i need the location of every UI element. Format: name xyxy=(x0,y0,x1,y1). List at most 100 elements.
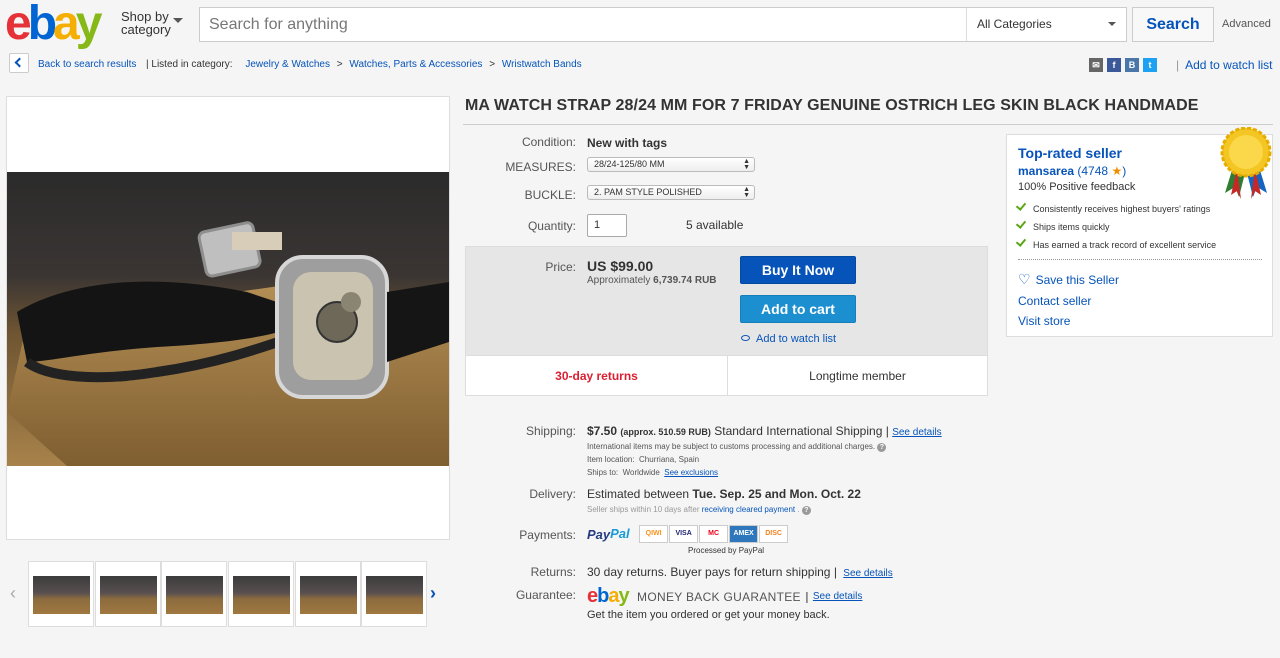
guarantee-label: Guarantee: xyxy=(515,588,576,602)
shipping-label: Shipping: xyxy=(525,424,576,438)
save-seller-link[interactable]: ♡ Save this Seller xyxy=(1018,271,1119,288)
thumbnail[interactable] xyxy=(161,561,227,627)
breadcrumb-watches-parts[interactable]: Watches, Parts & Accessories xyxy=(349,59,482,70)
visa-icon: VISA xyxy=(669,525,699,543)
chevron-right-icon[interactable]: › xyxy=(430,583,436,604)
thumbnail[interactable] xyxy=(228,561,294,627)
customs-text: International items may be subject to cu… xyxy=(587,442,876,451)
shipping-cost: $7.50 xyxy=(587,424,618,438)
breadcrumb-separator: > xyxy=(336,59,343,70)
seller-username[interactable]: mansarea xyxy=(1018,164,1074,178)
thumbnail-strip: ‹ › xyxy=(10,561,436,627)
paypal-logo: PayPal xyxy=(587,526,630,542)
location-value: Churriana, Spain xyxy=(639,455,700,464)
cleared-payment-link[interactable]: receiving cleared payment xyxy=(702,505,795,514)
ebay-logo[interactable]: ebay xyxy=(5,0,102,48)
search-button[interactable]: Search xyxy=(1132,7,1214,42)
measures-select[interactable]: 28/24-125/80 MM ▲ ▼ xyxy=(587,157,755,172)
thumbnail[interactable] xyxy=(28,561,94,627)
benefit-text: Has earned a track record of excellent s… xyxy=(1033,240,1217,250)
available-count: 5 available xyxy=(686,218,744,232)
shipping-see-details-link[interactable]: See details xyxy=(892,427,941,438)
discover-icon: DISC xyxy=(759,525,789,543)
thumbnail[interactable] xyxy=(95,561,161,627)
search-bar: All Categories xyxy=(199,7,1127,42)
delivery-note: Seller ships within 10 days after receiv… xyxy=(587,505,811,515)
main-image-panel xyxy=(6,96,450,540)
seller-benefit: Has earned a track record of excellent s… xyxy=(1015,236,1217,250)
item-title: MA WATCH STRAP 28/24 MM FOR 7 FRIDAY GEN… xyxy=(465,97,1199,114)
visit-store-link[interactable]: Visit store xyxy=(1018,314,1070,328)
help-icon[interactable]: ? xyxy=(877,443,887,452)
email-icon[interactable]: ✉ xyxy=(1089,58,1103,72)
top-rated-seller-link[interactable]: Top-rated seller xyxy=(1018,145,1122,161)
chevron-down-icon xyxy=(1108,22,1116,26)
product-photo[interactable] xyxy=(7,172,449,466)
processed-by-paypal: Processed by PayPal xyxy=(688,546,765,555)
benefit-text: Consistently receives highest buyers' ra… xyxy=(1033,204,1211,214)
twitter-icon[interactable]: t xyxy=(1143,58,1157,72)
paypal-logo-a: Pay xyxy=(587,527,611,543)
facebook-icon[interactable]: f xyxy=(1107,58,1121,72)
buckle-label: BUCKLE: xyxy=(524,188,576,202)
amex-icon: AMEX xyxy=(729,525,759,543)
ships-to: Ships to: Worldwide See exclusions xyxy=(587,468,718,477)
save-seller-label: Save this Seller xyxy=(1035,273,1119,287)
customs-note: International items may be subject to cu… xyxy=(587,442,887,452)
contact-seller-link[interactable]: Contact seller xyxy=(1018,294,1091,308)
divider xyxy=(1018,259,1262,260)
benefit-text: Ships items quickly xyxy=(1033,222,1110,232)
breadcrumb-jewelry-watches[interactable]: Jewelry & Watches xyxy=(245,59,330,70)
measures-label: MEASURES: xyxy=(505,160,576,174)
buckle-select-value: 2. PAM STYLE POLISHED xyxy=(594,187,702,197)
delivery-note-end: . xyxy=(797,505,800,514)
divider xyxy=(463,124,1273,125)
payment-methods: PayPal QIWI VISA MC AMEX DISC xyxy=(587,525,789,543)
delivery-prefix: Estimated between xyxy=(587,487,690,501)
measures-select-value: 28/24-125/80 MM xyxy=(594,159,665,169)
delivery-note-text: Seller ships within 10 days after xyxy=(587,505,700,514)
buckle-select[interactable]: 2. PAM STYLE POLISHED ▲ ▼ xyxy=(587,185,755,200)
feedback-count[interactable]: (4748 xyxy=(1077,164,1108,178)
select-arrows-icon: ▲ ▼ xyxy=(743,158,750,171)
separator: | xyxy=(885,424,889,438)
feedback-close: ) xyxy=(1122,164,1127,178)
back-arrow-icon[interactable] xyxy=(9,53,29,73)
shop-by-category-button[interactable]: Shop by category xyxy=(121,10,183,36)
delivery-estimate: Estimated between Tue. Sep. 25 and Mon. … xyxy=(587,487,861,501)
member-badge: Longtime member xyxy=(809,369,906,383)
help-icon[interactable]: ? xyxy=(801,506,811,515)
buy-it-now-button[interactable]: Buy It Now xyxy=(740,256,856,284)
guarantee-see-details-link[interactable]: See details xyxy=(813,591,862,602)
chevron-left-icon[interactable]: ‹ xyxy=(10,583,16,604)
mastercard-icon: MC xyxy=(699,525,729,543)
guarantee-title: MONEY BACK GUARANTEE xyxy=(637,589,801,604)
thumbnail[interactable] xyxy=(295,561,361,627)
select-arrows-icon: ▲ ▼ xyxy=(743,186,750,199)
item-location: Item location: Churriana, Spain xyxy=(587,455,699,464)
ships-to-label: Ships to: xyxy=(587,468,619,477)
shipping-approx: (approx. 510.59 RUB) xyxy=(620,427,711,437)
separator: | xyxy=(805,589,809,604)
approx-price: Approximately 6,739.74 RUB xyxy=(587,275,717,286)
add-to-watch-list-link[interactable]: Add to watch list xyxy=(1176,58,1272,72)
vk-icon[interactable]: B xyxy=(1125,58,1139,72)
thumbnail[interactable] xyxy=(361,561,427,627)
breadcrumb: Back to search results | Listed in categ… xyxy=(0,52,1280,76)
category-select[interactable]: All Categories xyxy=(966,8,1127,41)
returns-text: 30 day returns. Buyer pays for return sh… xyxy=(587,565,831,579)
advanced-search-link[interactable]: Advanced xyxy=(1222,18,1271,30)
back-to-results-link[interactable]: Back to search results xyxy=(38,59,136,70)
chevron-down-icon xyxy=(173,18,183,23)
returns-see-details-link[interactable]: See details xyxy=(843,568,892,579)
see-exclusions-link[interactable]: See exclusions xyxy=(664,468,718,477)
seller-benefit: Ships items quickly xyxy=(1015,218,1110,232)
add-to-watch-list-button[interactable]: Add to watch list xyxy=(741,333,836,345)
returns-label: Returns: xyxy=(530,565,576,579)
watch-photo-image xyxy=(7,172,449,466)
add-to-cart-button[interactable]: Add to cart xyxy=(740,295,856,323)
breadcrumb-wristwatch-bands[interactable]: Wristwatch Bands xyxy=(502,59,582,70)
search-input[interactable] xyxy=(200,8,965,41)
approx-prefix: Approximately xyxy=(587,275,651,286)
quantity-input[interactable]: 1 xyxy=(587,214,627,237)
